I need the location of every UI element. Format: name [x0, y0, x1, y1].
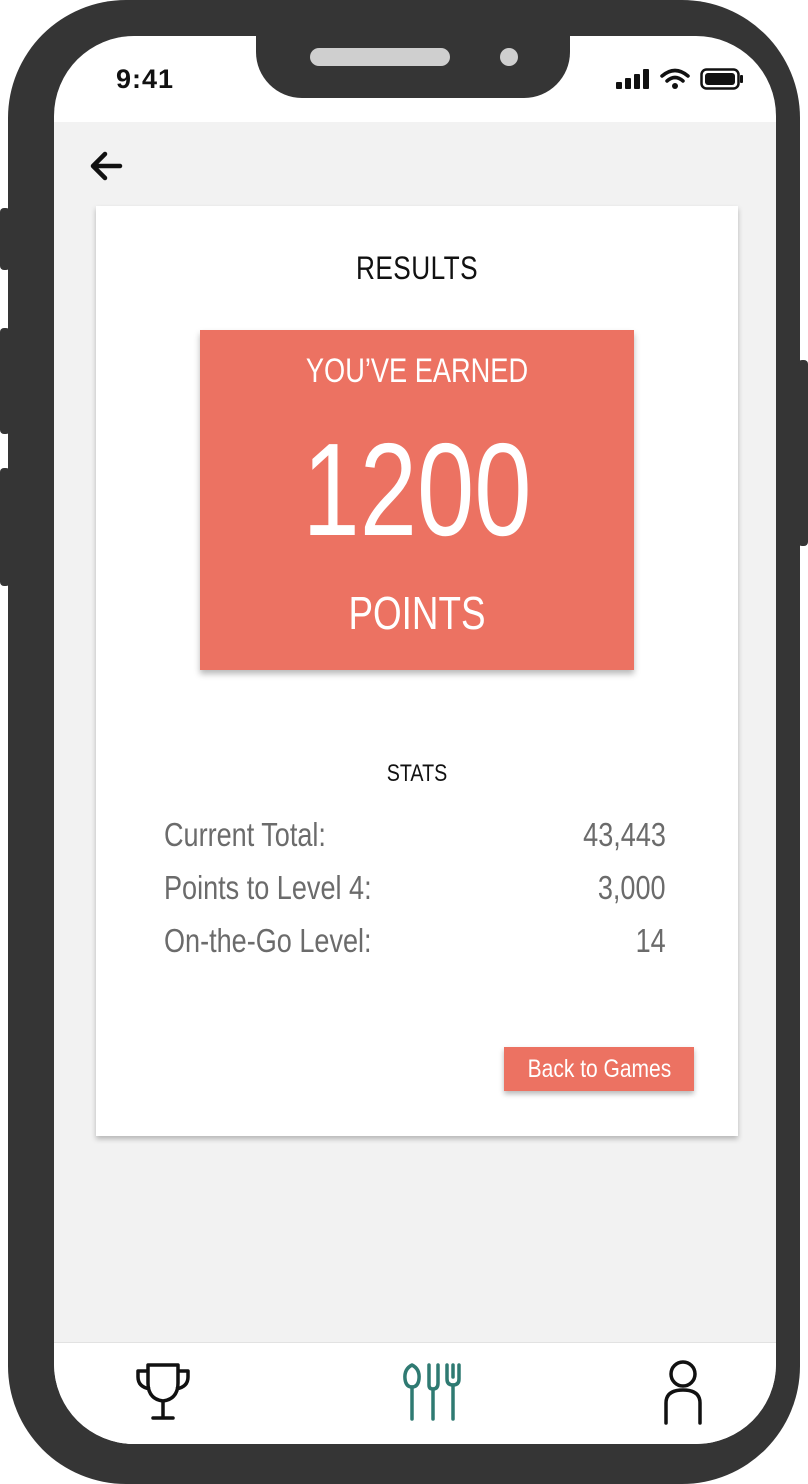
notch [256, 36, 570, 98]
person-icon [664, 1360, 702, 1425]
status-icons [616, 68, 744, 90]
stat-value: 43,443 [583, 816, 666, 853]
stat-value: 3,000 [598, 869, 666, 906]
earned-label: YOU’VE EARNED [305, 352, 529, 390]
stat-row-points-to-level: Points to Level 4: 3,000 [164, 869, 666, 922]
stat-row-on-the-go-level: On-the-Go Level: 14 [164, 922, 666, 975]
stat-label: Points to Level 4: [164, 869, 372, 906]
speaker [310, 48, 450, 66]
stats-title: STATS [386, 760, 448, 787]
wifi-icon [660, 68, 690, 89]
volume-up-button [0, 328, 10, 434]
stats-list: Current Total: 43,443 Points to Level 4:… [164, 816, 666, 975]
front-camera [500, 48, 518, 66]
tab-rewards[interactable] [128, 1357, 198, 1427]
phone-frame: 9:41 RESULTS YOU’VE EARNED 1200 POINTS S… [8, 0, 800, 1484]
earned-points-value: 1200 [302, 416, 532, 563]
stat-row-current-total: Current Total: 43,443 [164, 816, 666, 869]
back-button[interactable] [86, 146, 126, 186]
tab-bar [54, 1342, 776, 1444]
back-to-games-button[interactable]: Back to Games [504, 1047, 694, 1091]
stat-value: 14 [635, 922, 666, 959]
content-area: RESULTS YOU’VE EARNED 1200 POINTS STATS … [54, 122, 776, 1344]
tab-food-games[interactable] [398, 1357, 468, 1427]
utensils-icon [403, 1363, 461, 1421]
stat-label: Current Total: [164, 816, 326, 853]
status-time: 9:41 [116, 64, 175, 94]
arrow-left-icon [90, 151, 123, 181]
trophy-icon [136, 1363, 190, 1420]
earned-points-box: YOU’VE EARNED 1200 POINTS [200, 330, 634, 670]
tab-profile[interactable] [648, 1357, 718, 1427]
battery-icon [700, 68, 743, 90]
volume-down-button [0, 468, 10, 586]
screen: 9:41 RESULTS YOU’VE EARNED 1200 POINTS S… [54, 36, 776, 1444]
results-title: RESULTS [356, 250, 478, 286]
stat-label: On-the-Go Level: [164, 922, 372, 959]
signal-icon [616, 69, 649, 89]
points-label: POINTS [348, 587, 486, 639]
mute-switch [0, 208, 10, 270]
results-card: RESULTS YOU’VE EARNED 1200 POINTS STATS … [96, 206, 738, 1136]
back-to-games-label: Back to Games [527, 1055, 671, 1083]
power-button [798, 360, 808, 546]
